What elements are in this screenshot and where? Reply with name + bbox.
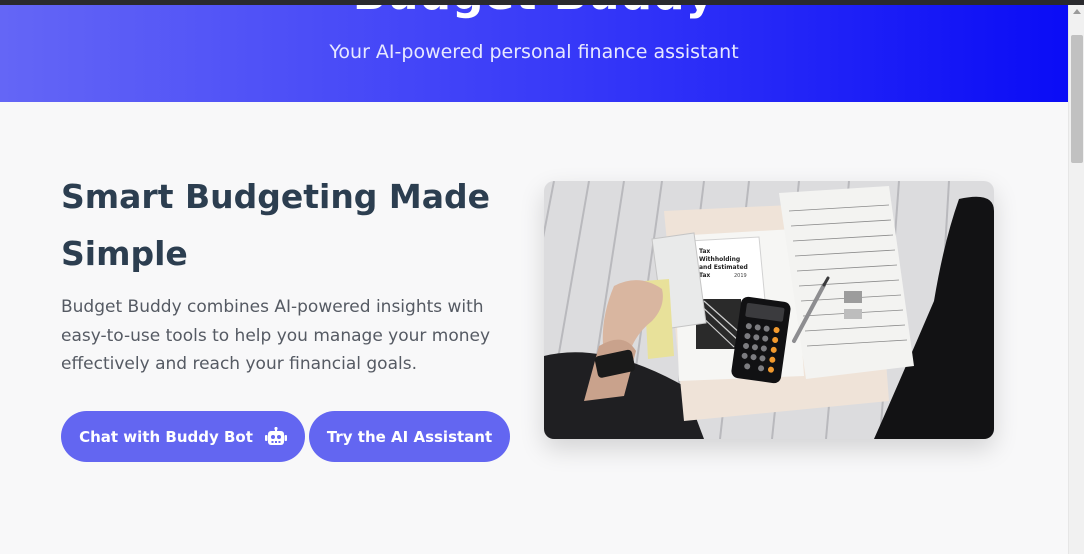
assistant-button-label: Try the AI Assistant [326,427,493,446]
form-heading-line2: Withholding [699,256,740,263]
site-title: Budget Buddy [0,5,1068,20]
site-header: Budget Buddy Your AI-powered personal fi… [0,5,1068,102]
form-heading-line4: Tax [699,272,710,279]
form-heading-line3: and Estimated [699,264,748,271]
scrollbar-thumb[interactable] [1071,35,1083,163]
scroll-up-arrow-icon[interactable] [1073,9,1081,14]
hero-description: Budget Buddy combines AI-powered insight… [61,297,491,374]
hero-headline-line1: Smart Budgeting Made [61,177,491,216]
hero-image: Tax Withholding and Estimated Tax 2019 [544,181,994,439]
site-subtitle: Your AI-powered personal finance assista… [329,41,739,63]
tax-forms-photo: Tax Withholding and Estimated Tax 2019 [544,181,994,439]
robot-icon [264,426,287,445]
form-year: 2019 [734,273,747,279]
chat-with-buddy-bot-button[interactable]: Chat with Buddy Bot [61,411,305,462]
page-scrollbar[interactable] [1068,5,1084,554]
form-heading-line1: Tax [699,248,710,255]
chat-button-label: Chat with Buddy Bot [79,427,253,446]
try-ai-assistant-button[interactable]: Try the AI Assistant [309,411,510,462]
hero-headline: Smart Budgeting Made Simple [61,168,521,282]
hero-headline-line2: Simple [61,234,188,273]
